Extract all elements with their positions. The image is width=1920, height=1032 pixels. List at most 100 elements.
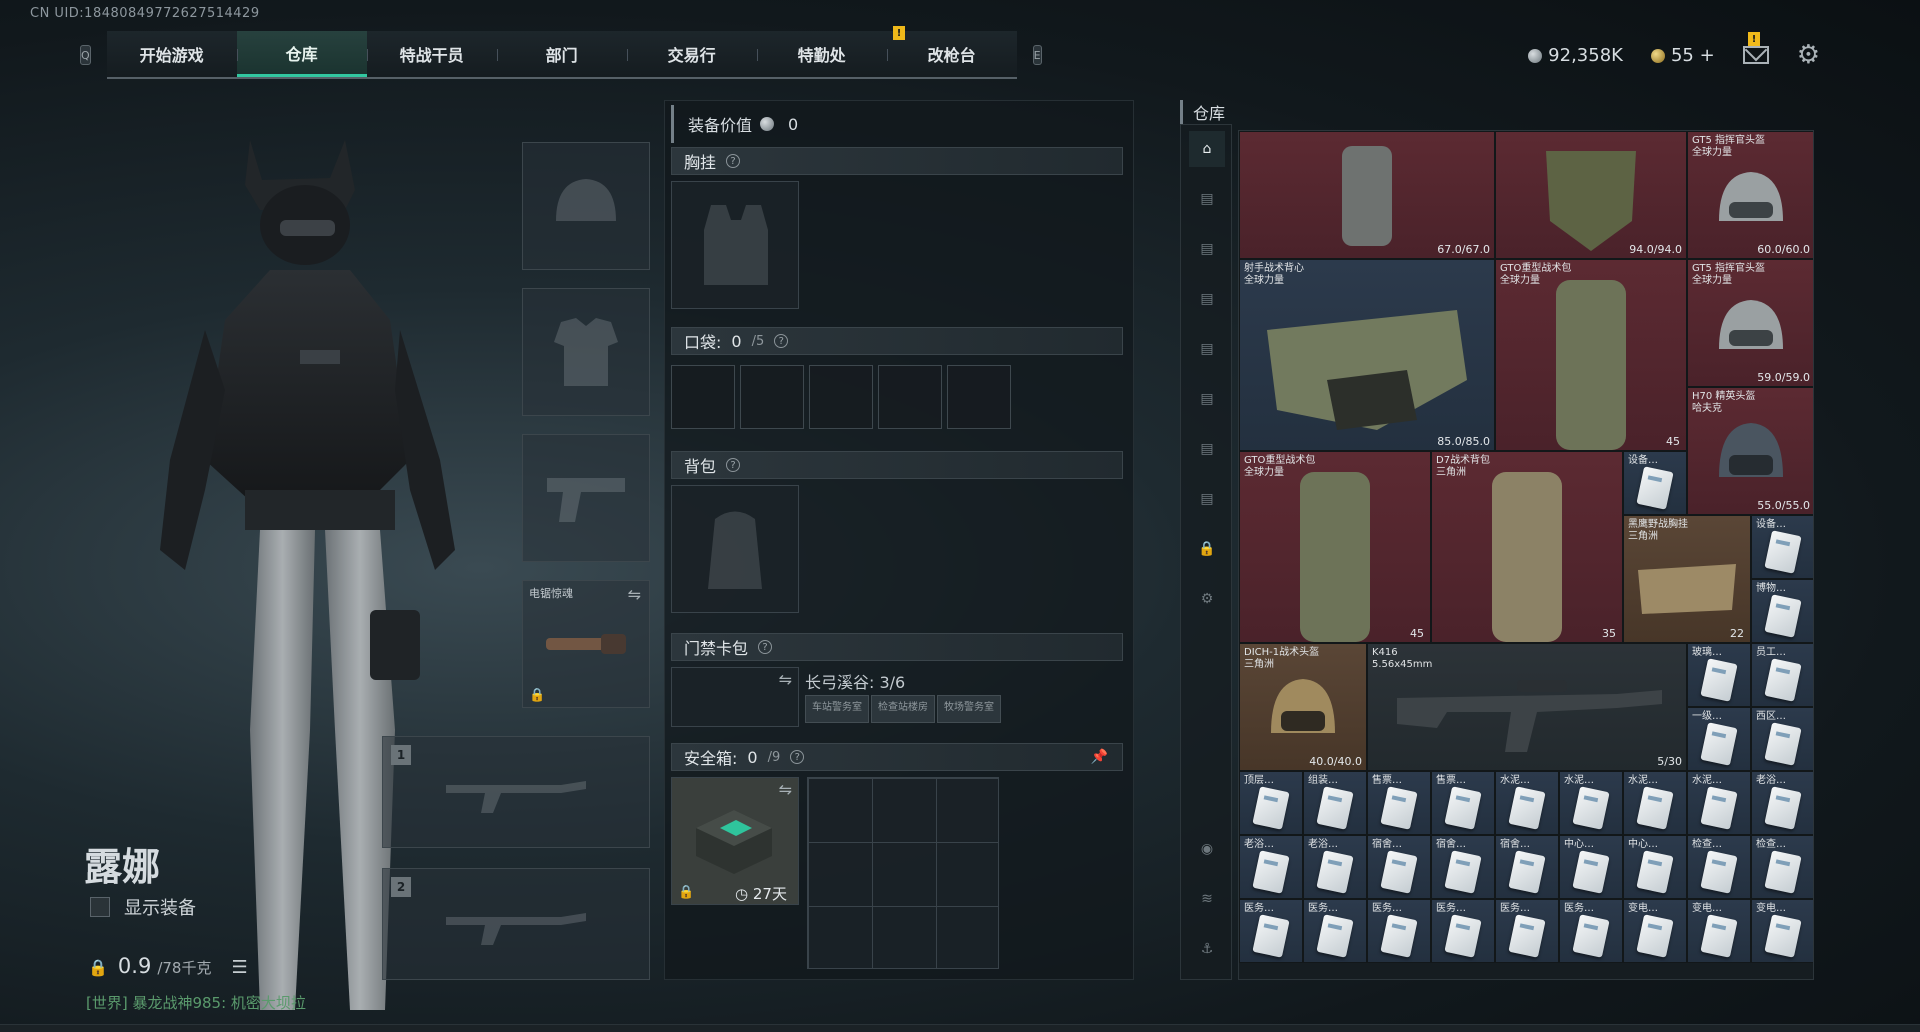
keycard-item[interactable]: 医务…	[1303, 899, 1367, 963]
warehouse-item[interactable]: 67.0/67.0	[1239, 131, 1495, 259]
keycard-item[interactable]: 老浴…	[1239, 835, 1303, 899]
keycard-item[interactable]: 医务…	[1431, 899, 1495, 963]
keycard-item[interactable]: 医务…	[1367, 899, 1431, 963]
storage-page-5[interactable]: ▤	[1189, 381, 1225, 417]
warehouse-item[interactable]: 94.0/94.0	[1495, 131, 1687, 259]
help-icon[interactable]: ?	[774, 334, 789, 348]
keycard-item[interactable]: 组装…	[1303, 771, 1367, 835]
keycard-item[interactable]: 宿舍…	[1495, 835, 1559, 899]
warehouse-item[interactable]: GT5 指挥官头盔 全球力量 59.0/59.0	[1687, 259, 1813, 387]
gear-icon[interactable]: ⚙	[1797, 40, 1820, 70]
help-icon[interactable]: ?	[726, 154, 741, 168]
warehouse-item[interactable]: 设备…	[1623, 451, 1687, 515]
swap-icon[interactable]: ⇋	[779, 780, 792, 799]
keycard-item[interactable]: 变电…	[1623, 899, 1687, 963]
keycard-item[interactable]: 顶层…	[1239, 771, 1303, 835]
warehouse-item[interactable]: K416 5.56x45mm 5/30	[1367, 643, 1687, 771]
armor-slot[interactable]	[522, 288, 650, 416]
warehouse-item[interactable]: 玻璃…	[1687, 643, 1751, 707]
keycard-item[interactable]: 水泥…	[1623, 771, 1687, 835]
keycard-item[interactable]: 水泥…	[1687, 771, 1751, 835]
keycard-item[interactable]: 宿舍…	[1367, 835, 1431, 899]
keycard-item[interactable]: 医务…	[1239, 899, 1303, 963]
show-gear-toggle[interactable]: 显示装备	[90, 894, 196, 920]
backpack-slot[interactable]	[671, 485, 799, 613]
warehouse-item[interactable]: 射手战术背心 全球力量 85.0/85.0	[1239, 259, 1495, 451]
warehouse-item[interactable]: 西区…	[1751, 707, 1813, 771]
keycard-item[interactable]: 变电…	[1751, 899, 1813, 963]
storage-page-4[interactable]: ▤	[1189, 331, 1225, 367]
pocket-slot[interactable]	[809, 365, 873, 429]
help-icon[interactable]: ?	[726, 458, 741, 472]
tab-trading[interactable]: 交易行	[626, 31, 757, 77]
profile-icon[interactable]: ◉	[1189, 831, 1225, 867]
tab-operators[interactable]: 特战干员	[366, 31, 497, 77]
chest-rig-slot[interactable]	[671, 181, 799, 309]
keycard-tag[interactable]: 车站警务室	[805, 695, 869, 723]
warehouse-item[interactable]: D7战术背包 三角洲 35	[1431, 451, 1623, 643]
pocket-slot[interactable]	[878, 365, 942, 429]
swap-icon[interactable]: ⇋	[779, 670, 792, 689]
anchor-icon[interactable]: ⚓	[1189, 931, 1225, 967]
storage-page-1[interactable]: ▤	[1189, 181, 1225, 217]
keycard-item[interactable]: 售票…	[1431, 771, 1495, 835]
warehouse-item[interactable]: GTO重型战术包 全球力量 45	[1495, 259, 1687, 451]
storage-page-2[interactable]: ▤	[1189, 231, 1225, 267]
storage-page-3[interactable]: ▤	[1189, 281, 1225, 317]
layers-icon[interactable]: ≋	[1189, 881, 1225, 917]
warehouse-item[interactable]: 黑鹰野战胸挂 三角洲 22	[1623, 515, 1751, 643]
show-gear-checkbox[interactable]	[90, 897, 110, 917]
primary-weapon-slot-1[interactable]: 1	[382, 736, 650, 848]
warehouse-home-icon[interactable]: ⌂	[1189, 131, 1225, 167]
lock-icon[interactable]: 🔒	[1189, 531, 1225, 567]
pocket-slot[interactable]	[740, 365, 804, 429]
keycard-item[interactable]: 中心…	[1559, 835, 1623, 899]
gold-currency[interactable]: 55 +	[1650, 45, 1715, 66]
pin-icon[interactable]: 📌	[1091, 749, 1108, 765]
keycard-item[interactable]: 变电…	[1687, 899, 1751, 963]
keycard-tag[interactable]: 牧场警务室	[937, 695, 1001, 723]
silver-currency[interactable]: 92,358K	[1528, 45, 1623, 66]
keycard-item[interactable]: 老浴…	[1751, 771, 1813, 835]
warehouse-item[interactable]: 设备…	[1751, 515, 1813, 579]
tab-department[interactable]: 部门	[496, 31, 627, 77]
keycard-item[interactable]: 中心…	[1623, 835, 1687, 899]
pocket-slot[interactable]	[671, 365, 735, 429]
melee-slot[interactable]: 电锯惊魂 ⇋ 🔒	[522, 580, 650, 708]
keycard-case-slot[interactable]: ⇋	[671, 667, 799, 727]
mail-icon[interactable]	[1742, 46, 1769, 64]
tab-warehouse[interactable]: 仓库	[236, 31, 367, 77]
storage-page-7[interactable]: ▤	[1189, 481, 1225, 517]
warehouse-item[interactable]: 博物…	[1751, 579, 1813, 643]
tab-start-game[interactable]: 开始游戏	[107, 31, 237, 77]
safebox-grid[interactable]	[807, 777, 999, 969]
warehouse-item[interactable]: GTO重型战术包 全球力量 45	[1239, 451, 1431, 643]
warehouse-item[interactable]: 员工…	[1751, 643, 1813, 707]
world-chat-line[interactable]: [世界] 暴龙战神985: 机密大坝拉	[86, 992, 306, 1013]
nav-prev-key[interactable]: Q	[80, 45, 91, 65]
pocket-slot[interactable]	[947, 365, 1011, 429]
warehouse-item[interactable]: GT5 指挥官头盔 全球力量 60.0/60.0	[1687, 131, 1813, 259]
keycard-item[interactable]: 水泥…	[1559, 771, 1623, 835]
storage-page-6[interactable]: ▤	[1189, 431, 1225, 467]
settings-icon[interactable]: ⚙	[1189, 581, 1225, 617]
keycard-item[interactable]: 水泥…	[1495, 771, 1559, 835]
keycard-item[interactable]: 医务…	[1495, 899, 1559, 963]
keycard-item[interactable]: 宿舍…	[1431, 835, 1495, 899]
tab-special-ops[interactable]: 特勤处	[756, 31, 887, 77]
pistol-slot[interactable]	[522, 434, 650, 562]
keycard-item[interactable]: 老浴…	[1303, 835, 1367, 899]
help-icon[interactable]: ?	[790, 750, 805, 764]
help-icon[interactable]: ?	[758, 640, 773, 654]
list-icon[interactable]: ☰	[231, 957, 247, 978]
warehouse-item[interactable]: DICH-1战术头盔 三角洲 40.0/40.0	[1239, 643, 1367, 771]
keycard-item[interactable]: 医务…	[1559, 899, 1623, 963]
primary-weapon-slot-2[interactable]: 2	[382, 868, 650, 980]
keycard-item[interactable]: 售票…	[1367, 771, 1431, 835]
swap-icon[interactable]: ⇋	[628, 585, 641, 604]
warehouse-item[interactable]: 一级…	[1687, 707, 1751, 771]
nav-next-key[interactable]: E	[1032, 45, 1042, 65]
tab-gunsmith[interactable]: 改枪台	[886, 31, 1017, 77]
keycard-item[interactable]: 检查…	[1687, 835, 1751, 899]
warehouse-item[interactable]: H70 精英头盔 哈夫克 55.0/55.0	[1687, 387, 1813, 515]
